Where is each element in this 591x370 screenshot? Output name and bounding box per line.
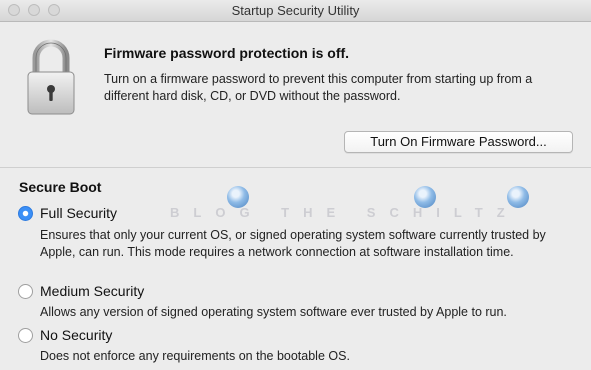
- no-security-label[interactable]: No Security: [40, 327, 112, 343]
- secure-boot-section: Secure Boot Full Security Ensures that o…: [0, 168, 591, 370]
- watermark-text: BLOG THE SCHILTZ: [170, 205, 519, 220]
- turn-on-firmware-password-button[interactable]: Turn On Firmware Password...: [344, 131, 573, 153]
- full-security-description: Ensures that only your current OS, or si…: [40, 228, 546, 259]
- title-bar: Startup Security Utility: [0, 0, 591, 22]
- watermark-bubble-icon: [507, 186, 529, 208]
- watermark-bubble-icon: [227, 186, 249, 208]
- medium-security-radio[interactable]: [18, 284, 33, 299]
- no-security-description: Does not enforce any requirements on the…: [40, 349, 350, 363]
- window-title: Startup Security Utility: [231, 3, 360, 18]
- full-security-label[interactable]: Full Security: [40, 205, 117, 221]
- padlock-icon: [27, 39, 75, 115]
- watermark-bubble-icon: [414, 186, 436, 208]
- firmware-password-panel: Firmware password protection is off. Tur…: [0, 22, 591, 168]
- secure-boot-title: Secure Boot: [19, 179, 102, 195]
- medium-security-description: Allows any version of signed operating s…: [40, 305, 507, 319]
- firmware-status-headline: Firmware password protection is off.: [104, 45, 350, 61]
- full-security-radio[interactable]: [18, 206, 33, 221]
- no-security-radio[interactable]: [18, 328, 33, 343]
- firmware-description: Turn on a firmware password to prevent t…: [104, 72, 533, 103]
- medium-security-label[interactable]: Medium Security: [40, 283, 144, 299]
